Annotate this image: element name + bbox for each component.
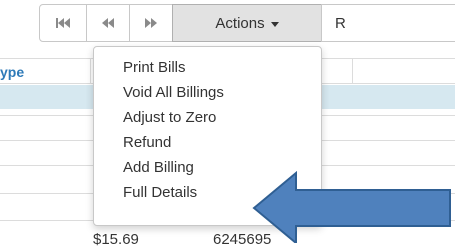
actions-dropdown-button[interactable]: Actions: [172, 4, 322, 42]
previous-page-button[interactable]: [86, 4, 130, 42]
partial-toolbar-button[interactable]: R: [321, 4, 455, 42]
menu-item-refund[interactable]: Refund: [94, 130, 321, 155]
next-page-button[interactable]: [129, 4, 173, 42]
column-header-type[interactable]: ype: [0, 64, 24, 80]
column-divider: [90, 58, 91, 84]
menu-item-void-all-billings[interactable]: Void All Billings: [94, 80, 321, 105]
menu-item-adjust-to-zero[interactable]: Adjust to Zero: [94, 105, 321, 130]
partial-toolbar-button-label: R: [335, 14, 346, 32]
actions-button-label: Actions: [215, 14, 265, 32]
caret-down-icon: [270, 21, 279, 27]
arrow-shape: [252, 171, 451, 243]
column-divider: [352, 58, 353, 84]
amount-cell: $15.69: [93, 231, 139, 248]
first-page-button[interactable]: [39, 4, 87, 42]
left-pointing-arrow-icon: [252, 171, 451, 243]
menu-item-print-bills[interactable]: Print Bills: [94, 55, 321, 80]
first-page-icon: [56, 18, 70, 28]
next-page-icon: [145, 18, 157, 28]
pager-toolbar: Actions R: [0, 0, 455, 48]
previous-page-icon: [102, 18, 114, 28]
